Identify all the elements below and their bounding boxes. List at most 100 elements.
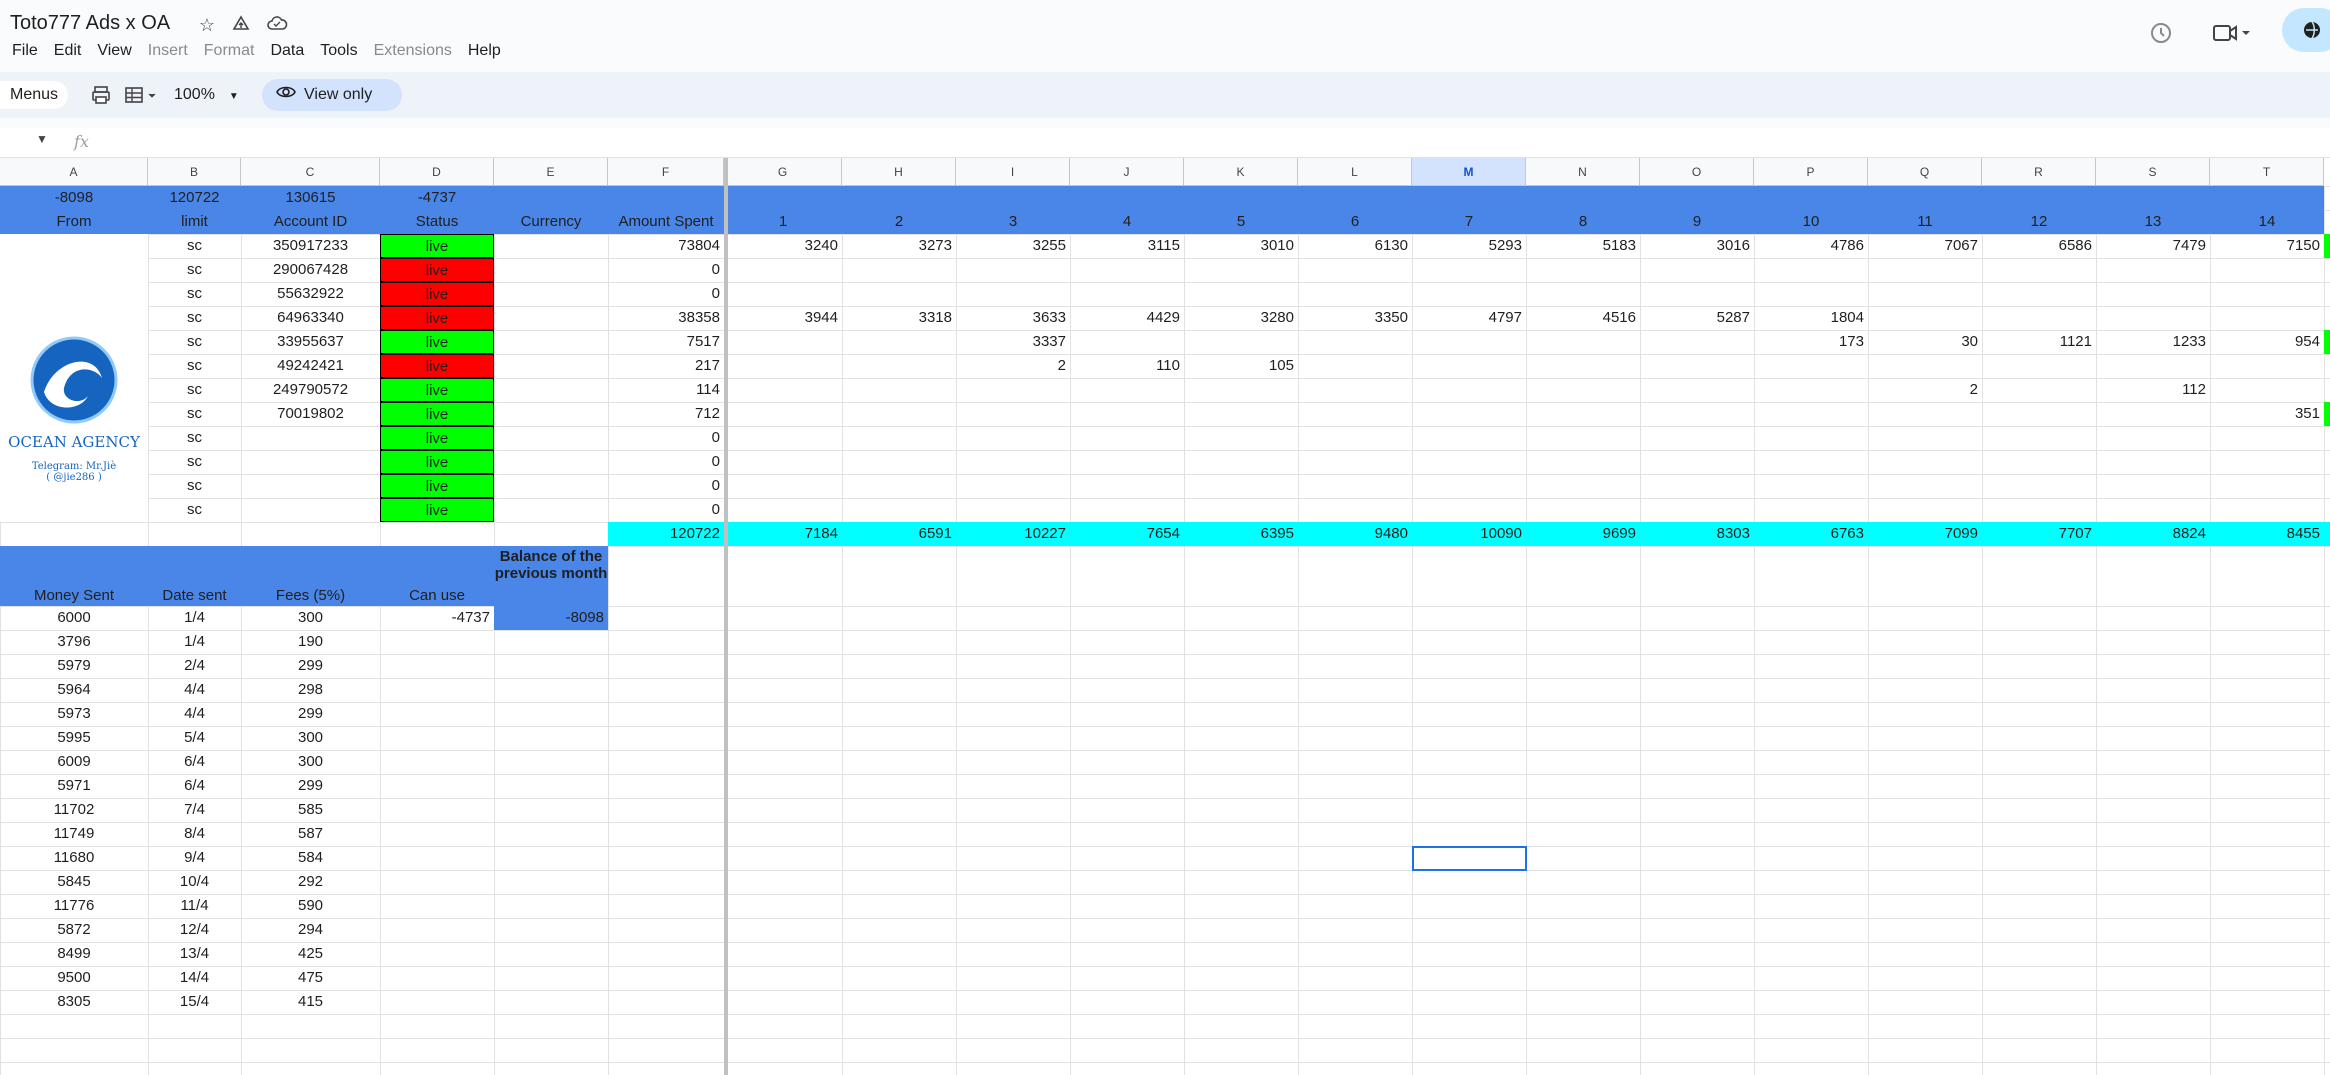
column-header-p[interactable]: P <box>1754 158 1868 186</box>
column-header-j[interactable]: J <box>1070 158 1184 186</box>
star-icon[interactable]: ☆ <box>196 14 218 36</box>
column-header-a[interactable]: A <box>0 158 148 186</box>
summary-cell[interactable] <box>1526 186 1640 210</box>
total-day[interactable]: 10227 <box>956 522 1070 546</box>
summary-cell[interactable] <box>1070 186 1184 210</box>
column-header-o[interactable]: O <box>1640 158 1754 186</box>
column-header-b[interactable]: B <box>148 158 241 186</box>
date-sent-cell[interactable]: 10/4 <box>148 870 241 894</box>
day-amount-cell[interactable]: 3273 <box>842 234 956 258</box>
day-amount-cell[interactable]: 3633 <box>956 306 1070 330</box>
money-sent-cell[interactable]: 11749 <box>0 822 148 846</box>
header-day[interactable]: 3 <box>956 210 1070 234</box>
menu-file[interactable]: File <box>4 40 46 64</box>
header-day[interactable]: 5 <box>1184 210 1298 234</box>
day-amount-cell[interactable]: 112 <box>2096 378 2210 402</box>
menu-view[interactable]: View <box>89 40 139 64</box>
header-day[interactable]: 6 <box>1298 210 1412 234</box>
total-day[interactable]: 9699 <box>1526 522 1640 546</box>
column-header-h[interactable]: H <box>842 158 956 186</box>
column-header-e[interactable]: E <box>494 158 608 186</box>
limit-cell[interactable]: sc <box>148 330 241 354</box>
header-day[interactable]: 12 <box>1982 210 2096 234</box>
column-header-s[interactable]: S <box>2096 158 2210 186</box>
date-sent-cell[interactable]: 14/4 <box>148 966 241 990</box>
status-cell[interactable]: live <box>380 450 494 474</box>
header-day[interactable]: 11 <box>1868 210 1982 234</box>
fees-cell[interactable]: 300 <box>241 750 380 774</box>
day-amount-cell[interactable]: 3350 <box>1298 306 1412 330</box>
column-header-k[interactable]: K <box>1184 158 1298 186</box>
column-header-l[interactable]: L <box>1298 158 1412 186</box>
status-cell[interactable]: live <box>380 474 494 498</box>
print-icon[interactable] <box>90 84 112 106</box>
day-amount-cell[interactable]: 2 <box>1868 378 1982 402</box>
day-amount-cell[interactable]: 4797 <box>1412 306 1526 330</box>
status-cell[interactable]: live <box>380 498 494 522</box>
day-amount-cell[interactable]: 7067 <box>1868 234 1982 258</box>
date-sent-cell[interactable]: 1/4 <box>148 606 241 630</box>
amount-cell[interactable]: 114 <box>608 378 724 402</box>
money-sent-cell[interactable]: 5964 <box>0 678 148 702</box>
header-day[interactable]: 9 <box>1640 210 1754 234</box>
account-id-cell[interactable]: 249790572 <box>241 378 380 402</box>
header-day[interactable]: 10 <box>1754 210 1868 234</box>
limit-cell[interactable]: sc <box>148 234 241 258</box>
total-day[interactable]: 6763 <box>1754 522 1868 546</box>
summary-cell[interactable] <box>2210 186 2324 210</box>
amount-cell[interactable]: 712 <box>608 402 724 426</box>
fees-cell[interactable]: 299 <box>241 774 380 798</box>
day-amount-cell[interactable]: 351 <box>2210 402 2324 426</box>
day-amount-cell[interactable]: 954 <box>2210 330 2324 354</box>
column-header-g[interactable]: G <box>724 158 842 186</box>
date-sent-cell[interactable]: 5/4 <box>148 726 241 750</box>
account-id-cell[interactable]: 33955637 <box>241 330 380 354</box>
summary-cell[interactable] <box>956 186 1070 210</box>
fees-cell[interactable]: 585 <box>241 798 380 822</box>
summary-cell[interactable] <box>2096 186 2210 210</box>
total-day[interactable]: 8824 <box>2096 522 2210 546</box>
money-sent-cell[interactable]: 8305 <box>0 990 148 1014</box>
limit-cell[interactable]: sc <box>148 282 241 306</box>
zoom-select[interactable]: 100% ▼ <box>174 84 239 108</box>
day-amount-cell[interactable]: 3280 <box>1184 306 1298 330</box>
fees-cell[interactable]: 300 <box>241 606 380 630</box>
date-sent-cell[interactable]: 9/4 <box>148 846 241 870</box>
spreadsheet-grid[interactable]: A B C D E F G H I J K L M N O P Q R S T -8098 120722 130615 -47… <box>0 158 2330 1075</box>
limit-cell[interactable]: sc <box>148 402 241 426</box>
total-day[interactable]: 8303 <box>1640 522 1754 546</box>
summary-value[interactable]: 130615 <box>241 186 380 210</box>
limit-cell[interactable]: sc <box>148 474 241 498</box>
menu-edit[interactable]: Edit <box>46 40 90 64</box>
column-header-n[interactable]: N <box>1526 158 1640 186</box>
status-cell[interactable]: live <box>380 258 494 282</box>
share-button[interactable] <box>2282 8 2330 52</box>
summary-cell[interactable] <box>724 186 842 210</box>
fees-cell[interactable]: 415 <box>241 990 380 1014</box>
payment-header-canuse[interactable]: Can use <box>380 546 494 606</box>
fees-cell[interactable]: 294 <box>241 918 380 942</box>
money-sent-cell[interactable]: 5971 <box>0 774 148 798</box>
fees-cell[interactable]: 299 <box>241 702 380 726</box>
summary-value[interactable]: -4737 <box>380 186 494 210</box>
amount-cell[interactable]: 0 <box>608 450 724 474</box>
column-header-d[interactable]: D <box>380 158 494 186</box>
day-amount-cell[interactable]: 3318 <box>842 306 956 330</box>
amount-cell[interactable]: 217 <box>608 354 724 378</box>
account-id-cell[interactable] <box>241 474 380 498</box>
status-cell[interactable]: live <box>380 234 494 258</box>
fees-cell[interactable]: 300 <box>241 726 380 750</box>
amount-cell[interactable]: 0 <box>608 474 724 498</box>
payment-header-fees[interactable]: Fees (5%) <box>241 546 380 606</box>
day-amount-cell[interactable]: 3337 <box>956 330 1070 354</box>
total-tail[interactable] <box>2324 522 2330 546</box>
column-header-i[interactable]: I <box>956 158 1070 186</box>
header-account[interactable]: Account ID <box>241 210 380 234</box>
summary-cell[interactable] <box>608 186 724 210</box>
day-amount-cell[interactable]: 3016 <box>1640 234 1754 258</box>
money-sent-cell[interactable]: 11702 <box>0 798 148 822</box>
summary-cell[interactable] <box>1184 186 1298 210</box>
payment-header-balance[interactable]: Balance of the previous month <box>494 546 608 606</box>
day-amount-cell[interactable]: 3010 <box>1184 234 1298 258</box>
amount-cell[interactable]: 73804 <box>608 234 724 258</box>
